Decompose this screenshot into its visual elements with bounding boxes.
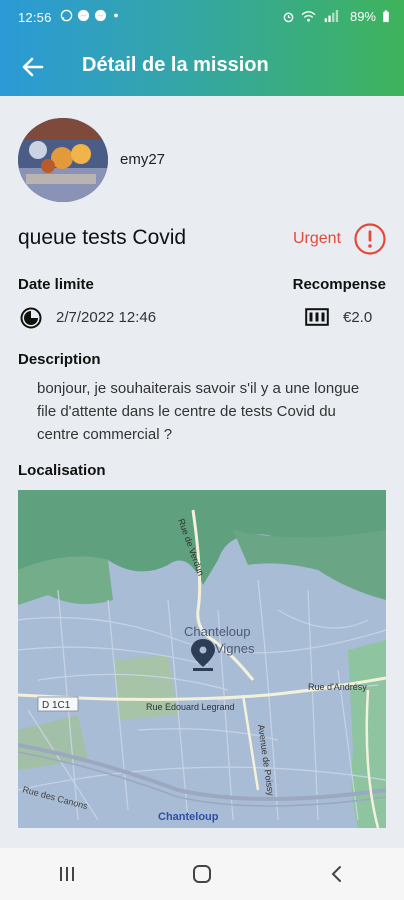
clock-icon <box>20 307 42 329</box>
home-button[interactable] <box>172 854 232 894</box>
app-header: 12:56 89% Détail de la mission <box>0 0 404 96</box>
back-button[interactable] <box>18 52 48 82</box>
priority-label: Urgent <box>293 230 342 247</box>
status-bar: 12:56 89% <box>0 0 404 34</box>
battery-icon <box>383 10 389 23</box>
whatsapp-icon <box>60 9 73 22</box>
banknote-icon <box>305 308 329 326</box>
arrow-left-icon <box>22 57 44 77</box>
signal-icon <box>324 10 339 23</box>
system-back-button[interactable] <box>307 854 367 894</box>
map-label-town: Chanteloup <box>184 624 251 639</box>
dot-icon <box>114 13 118 18</box>
recent-apps-button[interactable] <box>37 854 97 894</box>
home-icon <box>192 865 211 883</box>
status-time: 12:56 <box>18 10 52 25</box>
location-label: Localisation <box>18 462 106 479</box>
location-map[interactable]: Chanteloup les-Vignes D 1C1 Rue Edouard … <box>18 490 386 828</box>
messenger-icon <box>77 9 90 22</box>
map-label-road2: Rue Edouard Legrand <box>146 702 235 712</box>
avatar-image <box>18 118 108 202</box>
map-label-road1: D 1C1 <box>42 700 71 711</box>
reward-label: Recompense <box>292 276 386 293</box>
map-label-station: Chanteloup <box>158 811 219 823</box>
username: emy27 <box>120 151 166 168</box>
notification-icons <box>60 9 121 22</box>
title-row: Détail de la mission <box>0 44 404 88</box>
reward-value: €2.0 <box>343 309 373 326</box>
system-nav-bar <box>0 848 404 900</box>
system-icons: 89% <box>282 9 390 24</box>
deadline-label: Date limite <box>18 276 94 293</box>
map-canvas: Chanteloup les-Vignes D 1C1 Rue Edouard … <box>18 490 386 828</box>
description-label: Description <box>18 351 101 368</box>
back-icon <box>331 866 341 882</box>
messenger-icon <box>94 9 107 22</box>
map-label-road3: Rue d'Andrésy <box>308 682 367 692</box>
battery-level: 89% <box>349 9 376 24</box>
description-text: bonjour, je souhaiterais savoir s'il y a… <box>37 380 360 443</box>
mission-title: queue tests Covid <box>18 226 187 249</box>
mission-detail: emy27 queue tests Covid Urgent Date limi… <box>0 96 404 848</box>
recent-apps-icon <box>60 867 75 881</box>
alarm-icon <box>283 12 294 23</box>
page-title: Détail de la mission <box>82 54 269 76</box>
alert-icon <box>354 223 386 255</box>
avatar[interactable] <box>18 118 108 202</box>
deadline-value: 2/7/2022 12:46 <box>56 309 157 326</box>
wifi-icon <box>301 11 316 22</box>
